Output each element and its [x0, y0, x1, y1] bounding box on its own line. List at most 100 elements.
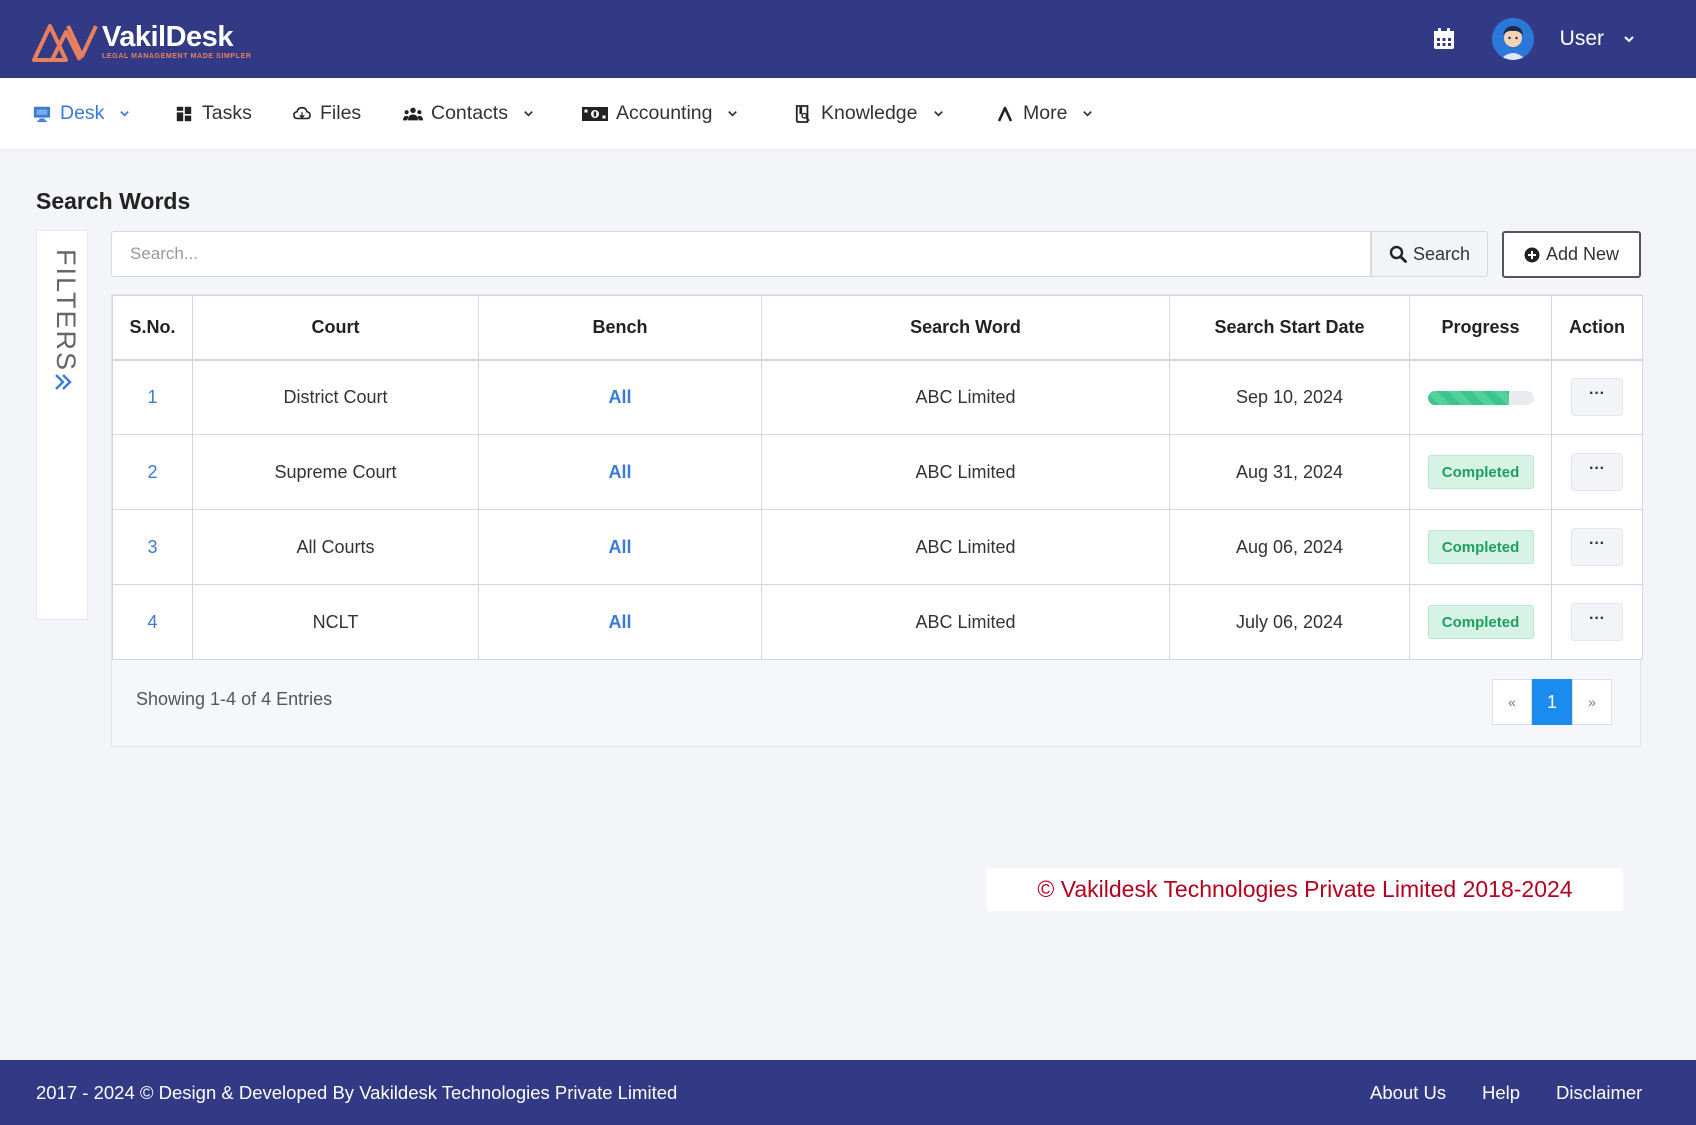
nav-item-tasks[interactable]: Tasks — [174, 78, 252, 149]
nav-item-contacts[interactable]: Contacts — [403, 78, 535, 149]
nav-item-files[interactable]: Files — [292, 78, 361, 149]
copyright-notice: © Vakildesk Technologies Private Limited… — [987, 868, 1623, 911]
filters-panel[interactable]: FILTERS — [36, 230, 88, 620]
money-icon — [582, 104, 608, 124]
search-words-table-card: S.No. Court Bench Search Word Search Sta… — [111, 294, 1643, 747]
cloud-icon — [292, 104, 312, 124]
progress-bar — [1427, 391, 1534, 405]
table-row: 3 All Courts All ABC Limited Aug 06, 202… — [112, 509, 1643, 585]
row-start-date: Aug 06, 2024 — [1169, 509, 1410, 585]
row-progress: Completed — [1409, 434, 1552, 510]
row-action-menu-button[interactable]: ··· — [1571, 378, 1623, 417]
row-sno[interactable]: 1 — [112, 359, 193, 435]
nav-label-tasks: Tasks — [202, 102, 252, 124]
row-search-word: ABC Limited — [761, 584, 1170, 660]
grid-icon — [174, 104, 194, 124]
row-progress: Completed — [1409, 584, 1552, 660]
status-badge: Completed — [1427, 605, 1534, 639]
status-badge: Completed — [1427, 455, 1534, 489]
table-row: 2 Supreme Court All ABC Limited Aug 31, … — [112, 434, 1643, 510]
nav-item-desk[interactable]: Desk — [32, 78, 131, 149]
row-search-word: ABC Limited — [761, 434, 1170, 510]
footer-link-about-us[interactable]: About Us — [1370, 1082, 1446, 1104]
entries-summary: Showing 1-4 of 4 Entries — [136, 689, 333, 709]
search-words-table: S.No. Court Bench Search Word Search Sta… — [112, 295, 1643, 660]
row-action-menu-button[interactable]: ··· — [1571, 453, 1623, 491]
row-start-date: July 06, 2024 — [1169, 584, 1410, 660]
row-search-word: ABC Limited — [761, 509, 1170, 585]
row-bench-link[interactable]: All — [478, 434, 762, 510]
nav-item-more[interactable]: More — [995, 78, 1094, 149]
chevron-down-icon — [524, 111, 533, 117]
page-footer: 2017 - 2024 © Design & Developed By Vaki… — [0, 1060, 1696, 1125]
row-court: NCLT — [192, 584, 479, 660]
row-action: ··· — [1551, 359, 1643, 435]
column-header-search-start-date[interactable]: Search Start Date — [1169, 295, 1410, 361]
table-header-row: S.No. Court Bench Search Word Search Sta… — [112, 295, 1643, 361]
pagination-prev-button[interactable]: « — [1492, 679, 1532, 725]
page-title: Search Words — [36, 188, 191, 214]
desktop-icon — [32, 104, 52, 124]
row-court: District Court — [192, 359, 479, 435]
row-sno[interactable]: 3 — [112, 509, 193, 585]
filters-label: FILTERS — [51, 249, 81, 373]
table-row: 4 NCLT All ABC Limited July 06, 2024 Com… — [112, 584, 1643, 660]
nav-item-accounting[interactable]: Accounting — [582, 78, 739, 149]
column-header-search-word[interactable]: Search Word — [761, 295, 1170, 361]
top-header: VakilDesk LEGAL MANAGEMENT MADE SIMPLER — [0, 0, 1696, 78]
row-sno[interactable]: 4 — [112, 584, 193, 660]
row-start-date: Aug 31, 2024 — [1169, 434, 1410, 510]
calendar-icon[interactable] — [1432, 27, 1456, 51]
footer-link-disclaimer[interactable]: Disclaimer — [1556, 1082, 1642, 1104]
column-header-bench[interactable]: Bench — [478, 295, 762, 361]
nav-label-files: Files — [320, 102, 362, 124]
nav-label-accounting: Accounting — [616, 102, 713, 124]
column-header-action: Action — [1551, 295, 1643, 361]
row-search-word: ABC Limited — [761, 359, 1170, 435]
nav-label-more: More — [1023, 102, 1068, 124]
row-bench-link[interactable]: All — [478, 359, 762, 435]
nav-label-knowledge: Knowledge — [821, 102, 918, 124]
pagination-next-button[interactable]: » — [1572, 679, 1612, 725]
row-action-menu-button[interactable]: ··· — [1571, 603, 1623, 641]
add-new-button[interactable]: Add New — [1502, 231, 1641, 278]
row-bench-link[interactable]: All — [478, 584, 762, 660]
row-sno[interactable]: 2 — [112, 434, 193, 510]
brand-name: VakilDesk — [102, 20, 233, 53]
column-header-sno[interactable]: S.No. — [112, 295, 193, 361]
row-bench-link[interactable]: All — [478, 509, 762, 585]
brand-logo[interactable]: VakilDesk LEGAL MANAGEMENT MADE SIMPLER — [32, 18, 252, 64]
pagination: « 1 » — [1492, 679, 1612, 725]
search-icon — [1389, 245, 1407, 263]
main-nav: Desk Tasks Files Contacts Accounting Kno… — [0, 78, 1696, 149]
column-header-progress[interactable]: Progress — [1409, 295, 1552, 361]
chevron-down-icon — [933, 111, 943, 117]
avatar-face-icon — [1491, 18, 1534, 60]
row-action-menu-button[interactable]: ··· — [1571, 528, 1623, 566]
pagination-page-button[interactable]: 1 — [1532, 679, 1572, 725]
search-button[interactable]: Search — [1371, 231, 1488, 277]
row-action: ··· — [1551, 509, 1643, 585]
nav-label-desk: Desk — [60, 102, 105, 124]
progress-fill — [1427, 391, 1510, 405]
row-start-date: Sep 10, 2024 — [1169, 359, 1410, 435]
search-input[interactable] — [111, 231, 1371, 277]
user-name[interactable]: User — [1560, 27, 1604, 51]
book-icon — [793, 104, 813, 124]
table-row: 1 District Court All ABC Limited Sep 10,… — [112, 359, 1643, 435]
footer-link-help[interactable]: Help — [1482, 1082, 1520, 1104]
chevron-down-icon — [1083, 111, 1093, 117]
plus-circle-icon — [1524, 247, 1540, 262]
brand-tagline: LEGAL MANAGEMENT MADE SIMPLER — [102, 52, 252, 60]
user-avatar[interactable] — [1491, 18, 1534, 60]
chevron-down-icon — [728, 111, 738, 117]
chevron-down-icon[interactable] — [1622, 32, 1636, 46]
nav-item-knowledge[interactable]: Knowledge — [793, 78, 945, 149]
add-new-button-label: Add New — [1545, 244, 1620, 264]
double-chevron-right-icon[interactable] — [53, 373, 73, 391]
row-court: Supreme Court — [192, 434, 479, 510]
search-button-label: Search — [1412, 243, 1471, 264]
row-court: All Courts — [192, 509, 479, 585]
column-header-court[interactable]: Court — [192, 295, 479, 361]
chevron-down-icon — [120, 111, 130, 117]
